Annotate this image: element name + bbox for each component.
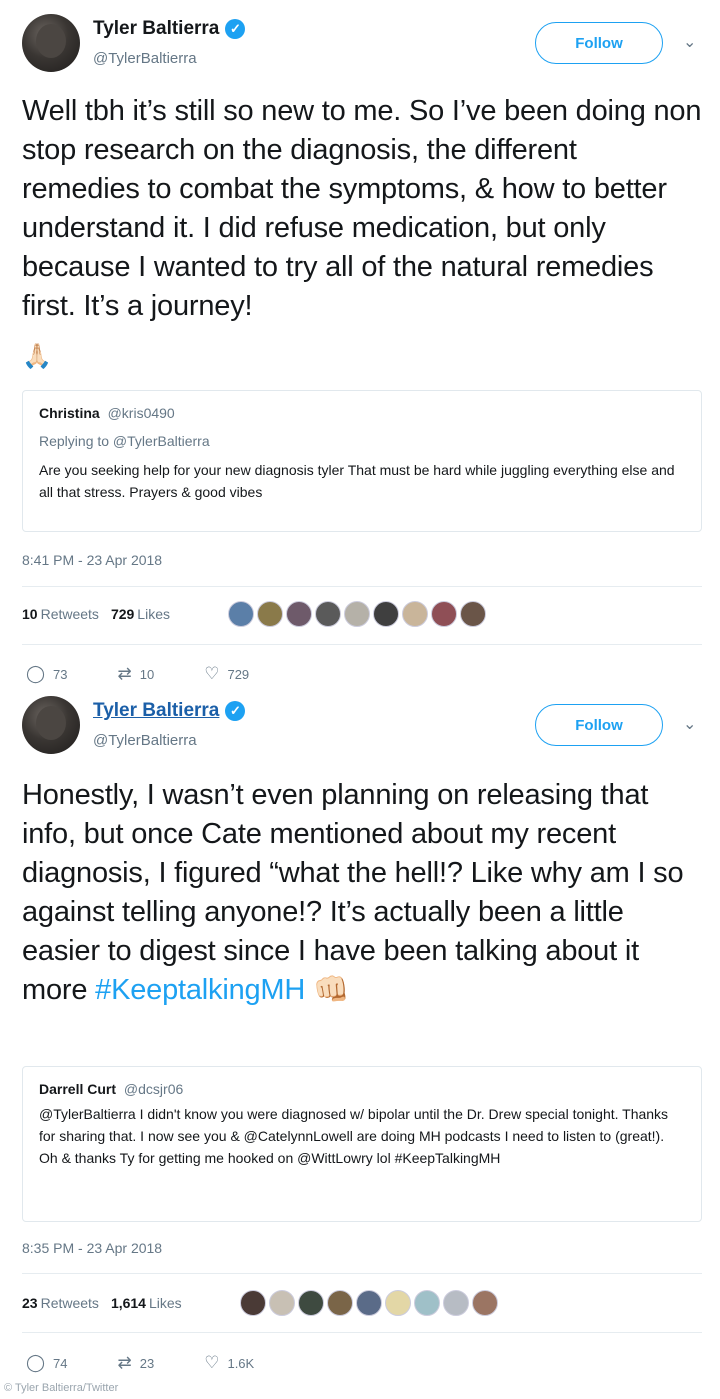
likes-stat[interactable]: 729 Likes (111, 606, 170, 622)
liker-avatar[interactable] (385, 1290, 411, 1316)
quote-header: Christina @kris0490 (39, 405, 685, 421)
liker-avatar[interactable] (443, 1290, 469, 1316)
fist-emoji: 👊🏻 (313, 974, 349, 1006)
likes-label: Likes (137, 606, 170, 622)
like-count: 729 (227, 666, 250, 682)
tweet-2: Tyler Baltierra ✓ @TylerBaltierra Follow… (0, 690, 720, 1399)
likes-count: 729 (110, 606, 135, 622)
divider (22, 644, 702, 645)
author-row: Tyler Baltierra ✓ (93, 700, 246, 722)
tweet-text: Well tbh it’s still so new to me. So I’v… (22, 95, 702, 322)
tweet-1: Tyler Baltierra ✓ @TylerBaltierra Follow… (0, 0, 720, 690)
follow-button[interactable]: Follow (535, 704, 663, 746)
tweet-timestamp[interactable]: 8:35 PM - 23 Apr 2018 (22, 1240, 162, 1256)
chevron-down-icon[interactable]: ⌄ (683, 714, 696, 734)
image-credit: © Tyler Baltierra/Twitter (4, 1382, 119, 1394)
liker-avatar[interactable] (315, 601, 341, 627)
quote-replying-to: Replying to @TylerBaltierra (39, 433, 210, 449)
follow-button[interactable]: Follow (535, 22, 663, 64)
author-name[interactable]: Tyler Baltierra (93, 700, 219, 722)
folded-hands-emoji: 🙏🏻 (22, 343, 52, 370)
avatar[interactable] (22, 14, 80, 72)
quote-text: @TylerBaltierra I didn't know you were d… (39, 1106, 669, 1166)
chevron-down-icon[interactable]: ⌄ (683, 32, 696, 52)
liker-avatar[interactable] (460, 601, 486, 627)
hashtag-link[interactable]: #KeeptalkingMH (95, 974, 305, 1006)
verified-badge-icon: ✓ (225, 19, 246, 39)
quote-author-name: Darrell Curt (39, 1081, 117, 1097)
liker-avatar[interactable] (373, 601, 399, 627)
likes-count: 1,614 (110, 1295, 146, 1311)
liker-avatar[interactable] (327, 1290, 353, 1316)
quote-author-name: Christina (39, 405, 100, 421)
engagement-stats: 10 Retweets 729 Likes (22, 606, 170, 622)
retweet-count: 10 (139, 666, 155, 682)
liker-avatar[interactable] (356, 1290, 382, 1316)
reply-count: 74 (53, 1355, 68, 1371)
liker-avatar[interactable] (257, 601, 283, 627)
likes-stat[interactable]: 1,614 Likes (111, 1295, 182, 1311)
tweet-actions: ◯ 73 ⇄ 10 ♡ 729 (26, 664, 299, 684)
divider (22, 586, 702, 587)
retweet-action[interactable]: ⇄ 23 (118, 1353, 155, 1373)
liker-avatar[interactable] (344, 601, 370, 627)
liker-avatars (240, 1290, 498, 1316)
divider (22, 1273, 702, 1274)
quote-author-handle: @kris0490 (107, 405, 175, 421)
reply-icon: ◯ (26, 1353, 46, 1372)
like-action[interactable]: ♡ 729 (204, 664, 249, 684)
reply-icon: ◯ (26, 664, 46, 683)
heart-icon: ♡ (204, 664, 220, 683)
author-name[interactable]: Tyler Baltierra (93, 18, 219, 40)
liker-avatar[interactable] (298, 1290, 324, 1316)
liker-avatar[interactable] (431, 601, 457, 627)
quote-author-handle: @dcsjr06 (123, 1081, 184, 1097)
retweet-icon: ⇄ (117, 664, 132, 683)
liker-avatar[interactable] (414, 1290, 440, 1316)
tweet-timestamp[interactable]: 8:41 PM - 23 Apr 2018 (22, 552, 162, 568)
heart-icon: ♡ (204, 1353, 220, 1372)
liker-avatar[interactable] (269, 1290, 295, 1316)
retweets-count: 23 (22, 1295, 38, 1311)
retweets-stat[interactable]: 23 Retweets (22, 1295, 99, 1311)
like-count: 1.6K (227, 1355, 255, 1371)
quoted-tweet[interactable]: Darrell Curt @dcsjr06 @TylerBaltierra I … (22, 1066, 702, 1222)
like-action[interactable]: ♡ 1.6K (204, 1353, 254, 1373)
author-row: Tyler Baltierra ✓ (93, 18, 246, 40)
liker-avatar[interactable] (472, 1290, 498, 1316)
quote-header: Darrell Curt @dcsjr06 (39, 1081, 685, 1097)
tweet-actions: ◯ 74 ⇄ 23 ♡ 1.6K (26, 1353, 304, 1373)
author-handle[interactable]: @TylerBaltierra (93, 732, 197, 749)
liker-avatar[interactable] (286, 601, 312, 627)
reply-action[interactable]: ◯ 74 (26, 1353, 68, 1373)
verified-badge-icon: ✓ (225, 701, 246, 721)
retweet-action[interactable]: ⇄ 10 (118, 664, 155, 684)
retweet-icon: ⇄ (117, 1353, 132, 1372)
reply-count: 73 (53, 666, 68, 682)
divider (22, 1332, 702, 1333)
quote-text: Are you seeking help for your new diagno… (39, 462, 675, 500)
quoted-tweet[interactable]: Christina @kris0490 Replying to @TylerBa… (22, 390, 702, 532)
retweet-count: 23 (139, 1355, 155, 1371)
tweet-text: Honestly, I wasn’t even planning on rele… (22, 776, 702, 1010)
liker-avatar[interactable] (228, 601, 254, 627)
retweets-label: Retweets (40, 606, 99, 622)
liker-avatar[interactable] (402, 601, 428, 627)
engagement-stats: 23 Retweets 1,614 Likes (22, 1295, 182, 1311)
author-handle[interactable]: @TylerBaltierra (93, 50, 197, 67)
likes-label: Likes (148, 1295, 182, 1311)
reply-action[interactable]: ◯ 73 (26, 664, 68, 684)
avatar[interactable] (22, 696, 80, 754)
retweets-label: Retweets (40, 1295, 99, 1311)
retweets-count: 10 (22, 606, 38, 622)
tweet-body: Honestly, I wasn’t even planning on rele… (22, 779, 684, 1006)
retweets-stat[interactable]: 10 Retweets (22, 606, 99, 622)
liker-avatars (228, 601, 486, 627)
liker-avatar[interactable] (240, 1290, 266, 1316)
